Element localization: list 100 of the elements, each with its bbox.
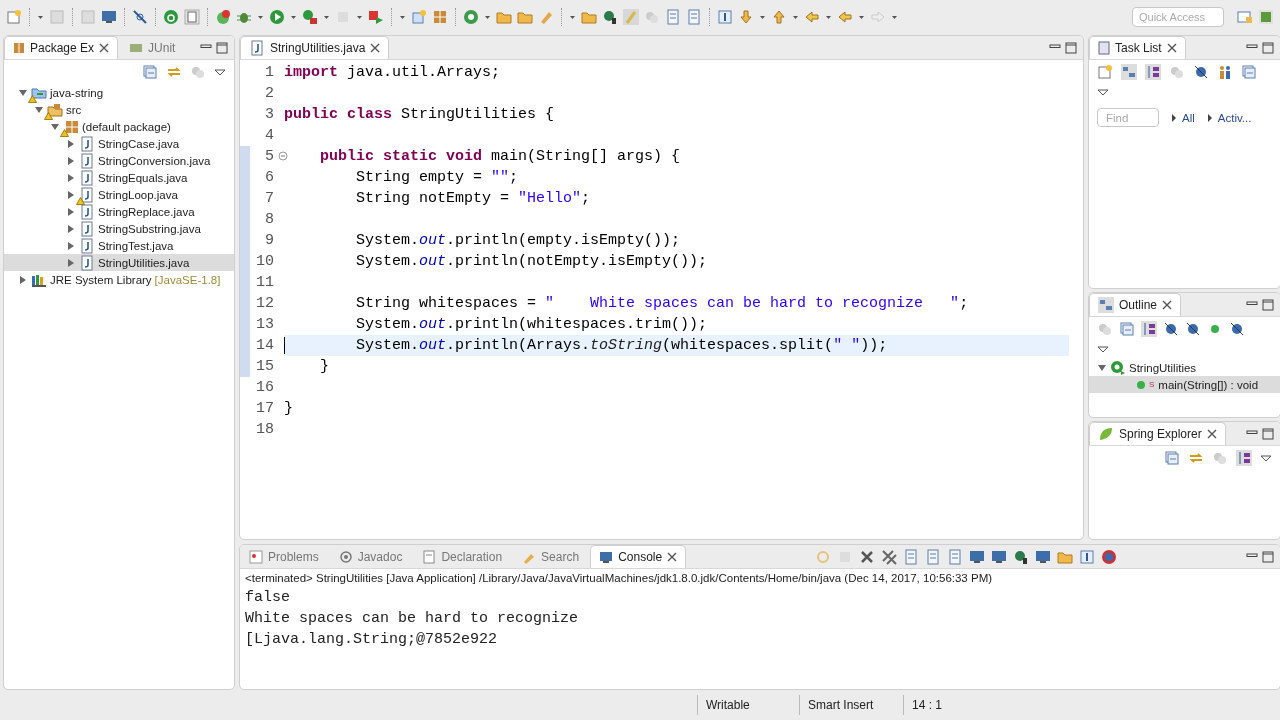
tree-item[interactable]: StringLoop.java xyxy=(4,186,234,204)
people-icon[interactable] xyxy=(1217,64,1233,81)
tree-item[interactable]: StringConversion.java xyxy=(4,152,234,170)
maximize-icon[interactable] xyxy=(1262,41,1274,54)
remove-icon[interactable] xyxy=(859,548,876,565)
filter-link[interactable]: Activ... xyxy=(1206,111,1252,124)
panel-tab[interactable]: Package Ex xyxy=(4,36,119,60)
expanded-arrow-icon[interactable] xyxy=(1097,362,1107,373)
tree-item[interactable]: java-string xyxy=(4,84,234,102)
close-icon[interactable] xyxy=(667,552,678,563)
collapsed-arrow-icon[interactable] xyxy=(66,206,76,217)
paragraph-icon[interactable] xyxy=(1079,548,1096,565)
panel-tab[interactable]: Search xyxy=(513,545,589,569)
panel-tab[interactable]: Javadoc xyxy=(329,545,412,569)
sync-icon[interactable] xyxy=(215,8,231,25)
java-file-icon xyxy=(79,152,95,169)
power-icon[interactable] xyxy=(163,8,179,25)
panel-tab[interactable]: Outline xyxy=(1089,293,1182,317)
remove-all-icon[interactable] xyxy=(881,548,898,565)
close-icon[interactable] xyxy=(370,43,381,54)
hide-fields-icon[interactable] xyxy=(1185,321,1201,338)
tree-item[interactable]: StringReplace.java xyxy=(4,203,234,221)
collapse-all-icon[interactable] xyxy=(142,64,158,81)
maximize-icon[interactable] xyxy=(1065,41,1077,54)
monitor-icon[interactable] xyxy=(1035,548,1052,565)
line-number: 17 xyxy=(256,400,274,418)
java-perspective-icon[interactable] xyxy=(1258,8,1274,25)
tree-view-icon[interactable] xyxy=(1098,297,1114,314)
maximize-icon[interactable] xyxy=(1262,550,1274,563)
fold-collapse-icon[interactable] xyxy=(278,151,288,162)
leaf-icon xyxy=(1098,426,1114,443)
panel-tab[interactable]: Declaration xyxy=(413,545,512,569)
arrow-up-icon[interactable] xyxy=(771,8,787,25)
collapsed-arrow-icon[interactable] xyxy=(66,172,76,183)
tree-item[interactable]: StringTest.java xyxy=(4,237,234,255)
filter-link[interactable]: All xyxy=(1171,111,1195,124)
collapsed-arrow-icon[interactable] xyxy=(66,240,76,251)
line-number: 4 xyxy=(265,127,274,145)
maximize-icon[interactable] xyxy=(216,41,228,54)
tree-item[interactable]: StringUtilities.java xyxy=(4,254,234,272)
maximize-icon[interactable] xyxy=(1262,427,1274,440)
run-icon[interactable] xyxy=(269,8,285,25)
console-icon xyxy=(599,550,614,565)
tree-item[interactable]: StringEquals.java xyxy=(4,169,234,187)
expanded-arrow-icon[interactable] xyxy=(50,121,60,132)
sort-icon[interactable] xyxy=(1141,321,1157,338)
line-number: 8 xyxy=(265,211,274,229)
slashed-link-icon[interactable] xyxy=(132,8,148,25)
arrow-left-icon[interactable] xyxy=(837,8,853,25)
panel-tab[interactable]: Problems xyxy=(240,545,328,569)
collapsed-arrow-icon[interactable] xyxy=(18,274,28,285)
hide-fields-icon[interactable] xyxy=(1229,321,1245,338)
collapsed-arrow-icon[interactable] xyxy=(66,138,76,149)
collapse-all-icon[interactable] xyxy=(1119,321,1135,338)
collapsed-arrow-icon[interactable] xyxy=(66,189,76,200)
method-dot-icon xyxy=(1136,379,1146,390)
monitor-icon[interactable] xyxy=(101,8,117,25)
close-icon[interactable] xyxy=(1206,429,1217,440)
collapse-all-icon[interactable] xyxy=(1164,450,1180,467)
arrow-down-icon[interactable] xyxy=(738,8,754,25)
arrow-left-icon[interactable] xyxy=(804,8,820,25)
code-line: import java.util.Arrays; xyxy=(284,63,502,84)
tree-item[interactable]: src xyxy=(4,101,234,119)
tree-item[interactable]: StringSubstring.java xyxy=(4,220,234,238)
close-icon[interactable] xyxy=(1162,300,1173,311)
panel-tab[interactable]: JUnit xyxy=(120,36,185,60)
code-line: } xyxy=(284,399,294,420)
console-output-line: White spaces can be hard to recognize xyxy=(244,609,580,630)
source-folder-icon xyxy=(47,101,63,118)
panel-tab[interactable]: StringUtilities.java xyxy=(240,36,390,60)
hide-fields-icon[interactable] xyxy=(1163,321,1179,338)
panel-tab[interactable]: Task List xyxy=(1089,36,1186,60)
collapsed-arrow-icon[interactable] xyxy=(66,257,76,268)
run-configuration-icon[interactable] xyxy=(368,8,384,25)
run-tools-icon[interactable] xyxy=(302,8,318,25)
maximize-icon[interactable] xyxy=(1262,298,1274,311)
close-icon[interactable] xyxy=(99,43,110,54)
collapsed-arrow-icon[interactable] xyxy=(66,223,76,234)
refresh-circle-icon[interactable] xyxy=(463,8,479,25)
collapsed-arrow-icon[interactable] xyxy=(66,155,76,166)
close-icon[interactable] xyxy=(1166,43,1177,54)
monitor-icon[interactable] xyxy=(969,548,986,565)
tree-item[interactable]: JRE System Library [JavaSE-1.8] xyxy=(4,271,234,289)
sort-icon[interactable] xyxy=(1236,450,1252,467)
tree-item[interactable]: (default package) xyxy=(4,118,234,136)
tree-item[interactable]: StringCase.java xyxy=(4,135,234,153)
quick-access-field[interactable]: Quick Access xyxy=(1132,6,1224,27)
find-field[interactable]: Find xyxy=(1097,108,1159,128)
sort-icon[interactable] xyxy=(1145,64,1161,81)
hide-fields-icon[interactable] xyxy=(1193,64,1209,81)
collapse-all-icon[interactable] xyxy=(1241,64,1257,81)
paragraph-icon[interactable] xyxy=(717,8,733,25)
tree-item[interactable]: StringUtilities xyxy=(1089,359,1280,377)
expanded-arrow-icon[interactable] xyxy=(18,87,28,98)
java-file-icon xyxy=(79,135,95,152)
expanded-arrow-icon[interactable] xyxy=(34,104,44,115)
panel-tab[interactable]: Spring Explorer xyxy=(1089,422,1226,446)
tree-view-icon[interactable] xyxy=(1121,64,1137,81)
monitor-icon[interactable] xyxy=(991,548,1008,565)
panel-tab[interactable]: Console xyxy=(590,545,687,569)
